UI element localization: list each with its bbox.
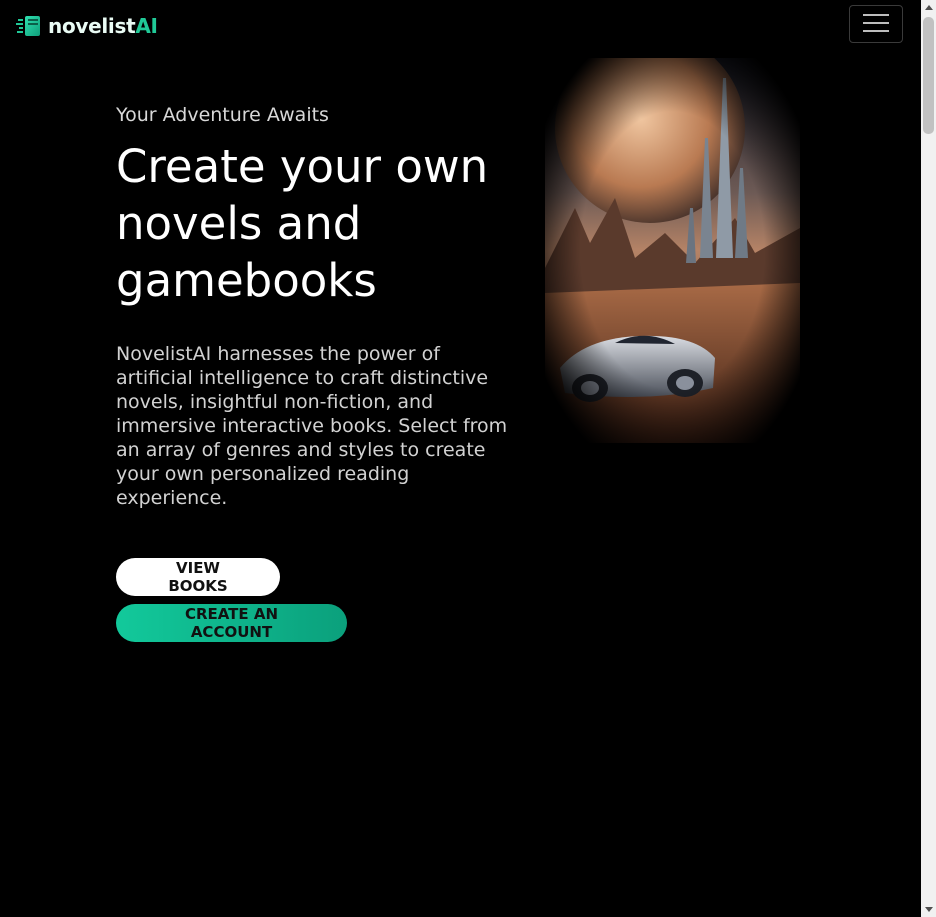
hero-eyebrow: Your Adventure Awaits [116, 104, 329, 126]
hero-headline: Create your own novels and gamebooks [116, 140, 489, 307]
view-books-button[interactable]: VIEW BOOKS [116, 558, 280, 596]
create-account-button[interactable]: CREATE AN ACCOUNT [116, 604, 347, 642]
brand-name-part1: novelist [48, 14, 136, 38]
brand-logo-link[interactable]: novelistAI [16, 13, 158, 39]
hero-description: NovelistAI harnesses the power of artifi… [116, 343, 508, 509]
scroll-up-arrow-icon[interactable] [921, 0, 936, 15]
scrollbar-thumb[interactable] [923, 17, 934, 134]
scroll-down-arrow-icon[interactable] [921, 902, 936, 917]
hamburger-icon [863, 13, 889, 36]
page-scrollbar[interactable] [921, 0, 936, 917]
brand-name: novelistAI [48, 14, 158, 38]
hero-illustration [545, 33, 800, 443]
page: novelistAI Your Adventure Awaits Create … [0, 0, 921, 917]
book-stack-icon [16, 13, 42, 39]
brand-name-part2: AI [135, 14, 158, 38]
navbar-toggle-button[interactable] [849, 5, 903, 43]
